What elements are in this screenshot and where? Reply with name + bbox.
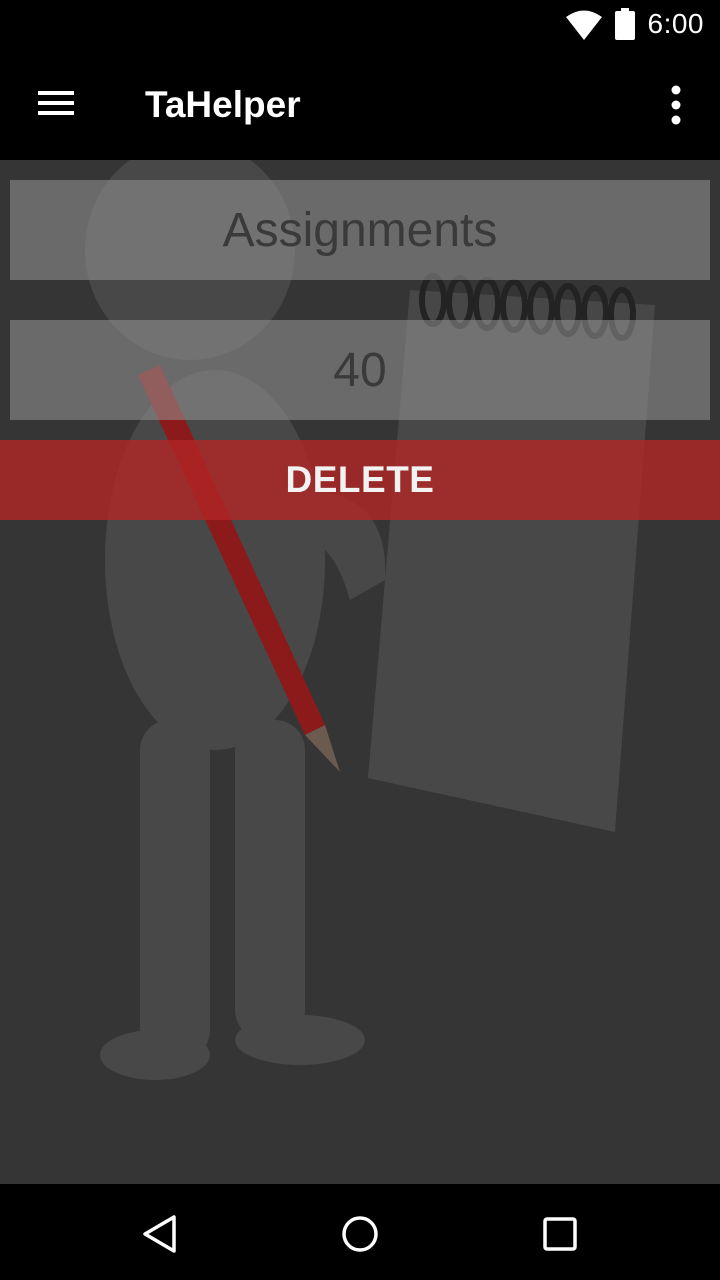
background-illustration [85, 160, 655, 1080]
back-icon[interactable] [136, 1210, 184, 1258]
recents-icon[interactable] [536, 1210, 584, 1258]
hamburger-menu-icon[interactable] [28, 80, 84, 126]
assignment-name-value: Assignments [222, 203, 498, 257]
assignment-weight-value: 40 [333, 343, 387, 397]
status-bar: 6:00 [0, 0, 720, 50]
app-title: TaHelper [145, 84, 301, 125]
wifi-icon [566, 10, 602, 45]
status-time: 6:00 [647, 8, 704, 39]
figure-illustration [85, 160, 386, 1080]
delete-button[interactable]: DELETE [0, 440, 720, 520]
overflow-menu-icon[interactable] [656, 80, 696, 130]
navigation-bar [0, 1184, 720, 1280]
battery-icon [614, 8, 636, 45]
app-bar: TaHelper [0, 50, 720, 160]
content-area: Assignments 40 DELETE [0, 160, 720, 1184]
home-icon[interactable] [336, 1210, 384, 1258]
assignment-weight-field[interactable]: 40 [10, 320, 710, 420]
delete-button-label: DELETE [285, 459, 435, 500]
assignment-name-field[interactable]: Assignments [10, 180, 710, 280]
